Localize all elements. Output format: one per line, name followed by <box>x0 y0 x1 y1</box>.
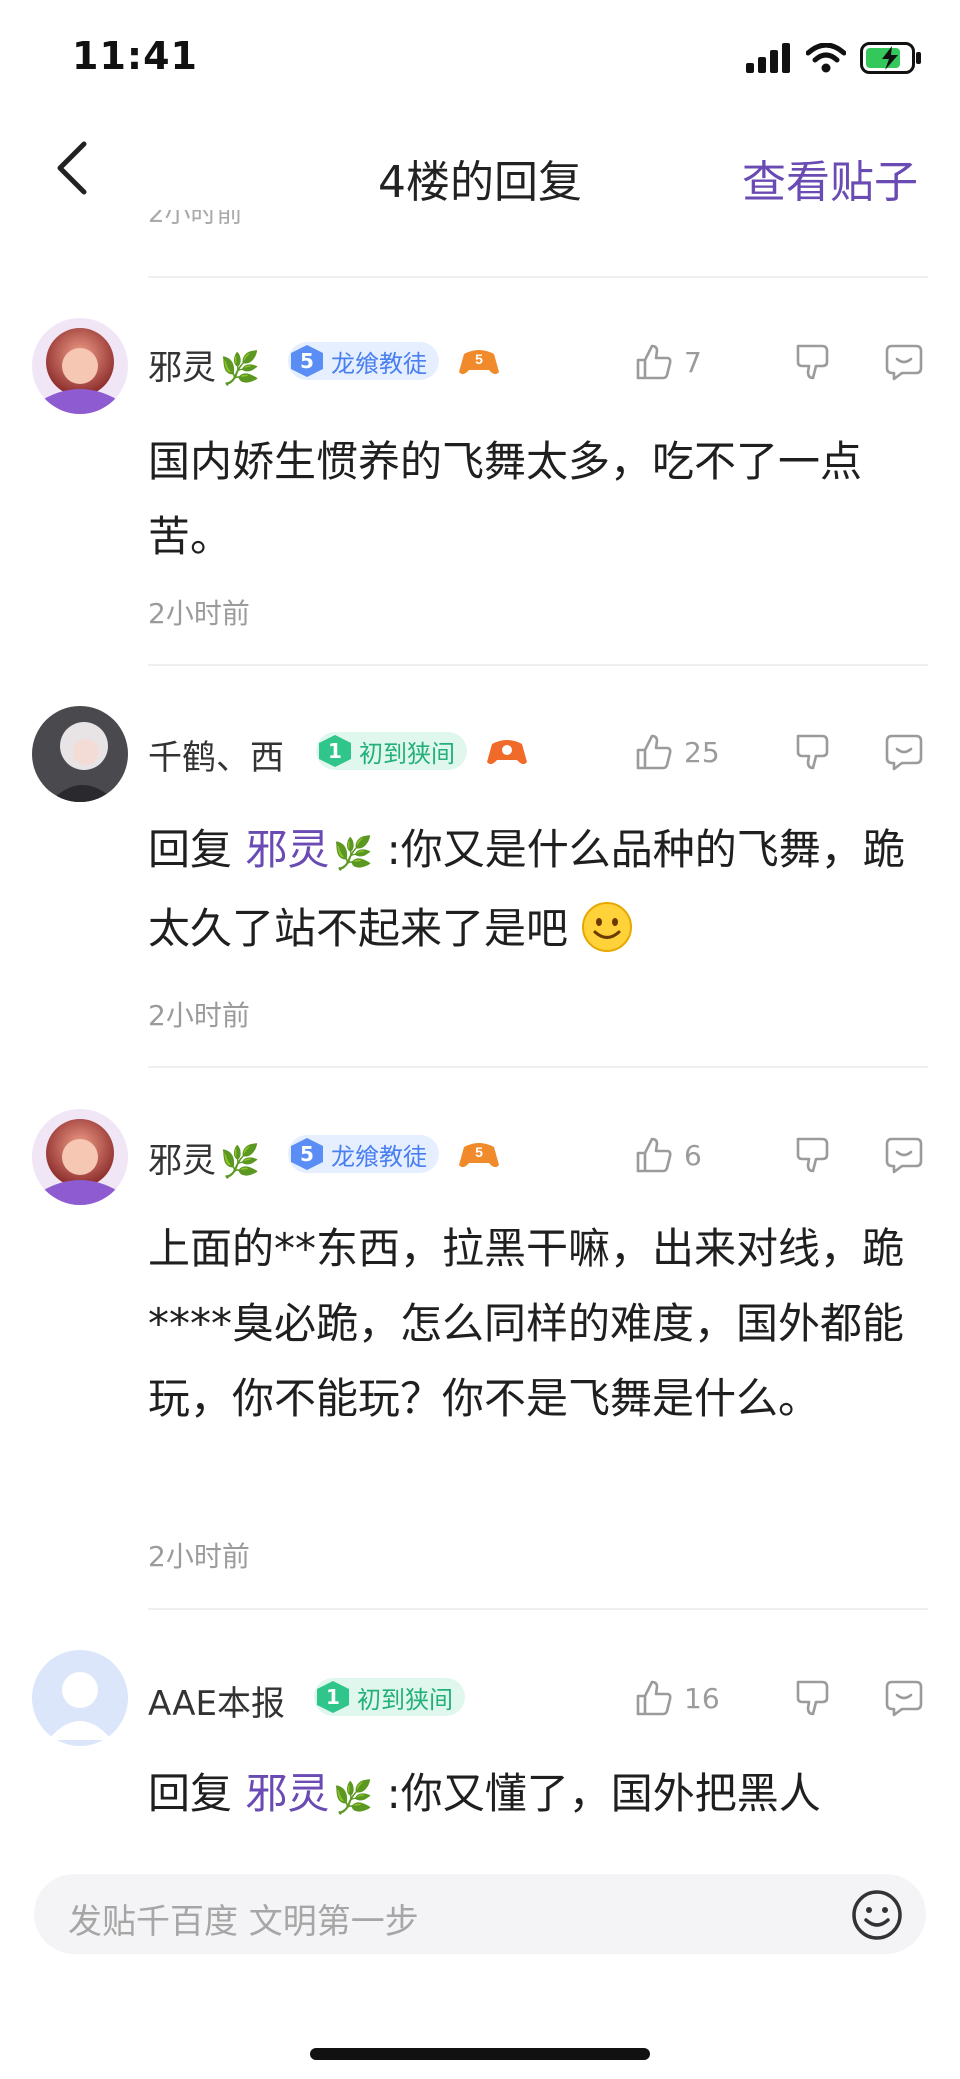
level-badge: 5 龙飨教徒 <box>288 342 439 380</box>
avatar[interactable] <box>32 1650 128 1746</box>
thumb-up-icon <box>636 1680 672 1716</box>
thumb-up-icon <box>636 1137 672 1173</box>
avatar[interactable] <box>32 706 128 802</box>
comment-actions: 25 <box>634 732 924 772</box>
thumb-down-icon[interactable] <box>794 1678 834 1718</box>
comment-text: 上面的**东西，拉黑干嘛，出来对线，跪****臭必跪，怎么同样的难度，国外都能玩… <box>148 1224 905 1423</box>
reply-icon[interactable] <box>884 342 924 382</box>
battery-icon <box>860 42 921 74</box>
comment-text: 回复 邪灵 🌿 :你又懂了，国外把黑人 <box>148 1769 821 1818</box>
level-badge: 1 初到狭间 <box>316 732 467 770</box>
avatar[interactable] <box>32 1109 128 1205</box>
avatar[interactable] <box>32 318 128 414</box>
username[interactable]: AAE本报 <box>148 1676 285 1725</box>
comment-actions: 7 <box>634 342 924 382</box>
status-bar: 11:41 <box>0 0 960 110</box>
like-button[interactable]: 6 <box>634 1135 744 1175</box>
comment-time: 2小时前 <box>148 1540 250 1573</box>
divider <box>148 276 928 278</box>
partial-timestamp: 2小时前 <box>148 210 243 228</box>
svg-text:5: 5 <box>475 1144 483 1160</box>
username[interactable]: 千鹤、西 <box>148 730 284 779</box>
like-button[interactable]: 7 <box>634 342 744 382</box>
comment-text: 回复 邪灵 🌿 :你又是什么品种的飞舞，跪太久了站不起来了是吧 <box>148 825 905 953</box>
like-count: 16 <box>684 1681 720 1715</box>
divider <box>148 1608 928 1610</box>
username[interactable]: 邪灵 🌿 <box>148 1133 260 1182</box>
like-count: 7 <box>684 345 702 379</box>
thumb-up-icon <box>636 734 672 770</box>
reply-icon[interactable] <box>884 732 924 772</box>
reply-target-link[interactable]: 邪灵 🌿 <box>245 825 373 874</box>
smile-icon[interactable] <box>850 1888 904 1942</box>
input-placeholder: 发贴千百度 文明第一步 <box>68 1902 419 1942</box>
comment-actions: 6 <box>634 1135 924 1175</box>
comment-time: 2小时前 <box>148 999 250 1032</box>
nav-bar: 4楼的回复 查看贴子 <box>0 110 960 225</box>
reply-icon[interactable] <box>884 1678 924 1718</box>
gamepad-icon: 5 <box>459 1143 499 1168</box>
bottom-input-bar: 发贴千百度 文明第一步 <box>0 1840 960 2079</box>
thumb-down-icon[interactable] <box>794 1135 834 1175</box>
divider <box>148 1066 928 1068</box>
gamepad-icon: 5 <box>459 350 499 375</box>
comment-time: 2小时前 <box>148 597 250 630</box>
like-count: 6 <box>684 1138 702 1172</box>
reply-target-link[interactable]: 邪灵 🌿 <box>245 1769 373 1818</box>
like-button[interactable]: 16 <box>634 1678 744 1718</box>
status-icons <box>746 42 922 74</box>
thumb-up-icon <box>636 344 672 380</box>
like-button[interactable]: 25 <box>634 732 744 772</box>
home-indicator <box>310 2048 650 2060</box>
thumb-down-icon[interactable] <box>794 732 834 772</box>
svg-text:5: 5 <box>475 351 483 367</box>
gamepad-icon <box>487 740 527 765</box>
status-time: 11:41 <box>72 34 198 78</box>
comment-text: 国内娇生惯养的飞舞太多，吃不了一点苦。 <box>148 437 863 561</box>
level-badge: 1 初到狭间 <box>314 1678 465 1716</box>
thumb-down-icon[interactable] <box>794 342 834 382</box>
signal-icon <box>746 43 790 73</box>
username[interactable]: 邪灵 🌿 <box>148 340 260 389</box>
divider <box>148 664 928 666</box>
view-post-button[interactable]: 查看贴子 <box>742 146 918 210</box>
leaf-icon: 🌿 <box>220 1142 260 1180</box>
leaf-icon: 🌿 <box>333 1778 374 1816</box>
comment-actions: 16 <box>634 1678 924 1718</box>
comment-input[interactable]: 发贴千百度 文明第一步 <box>34 1874 926 1954</box>
smile-emoji-icon <box>582 902 633 952</box>
leaf-icon: 🌿 <box>333 834 374 872</box>
leaf-icon: 🌿 <box>220 349 260 387</box>
reply-icon[interactable] <box>884 1135 924 1175</box>
like-count: 25 <box>684 735 720 769</box>
wifi-icon <box>806 43 846 73</box>
level-badge: 5 龙飨教徒 <box>288 1135 439 1173</box>
